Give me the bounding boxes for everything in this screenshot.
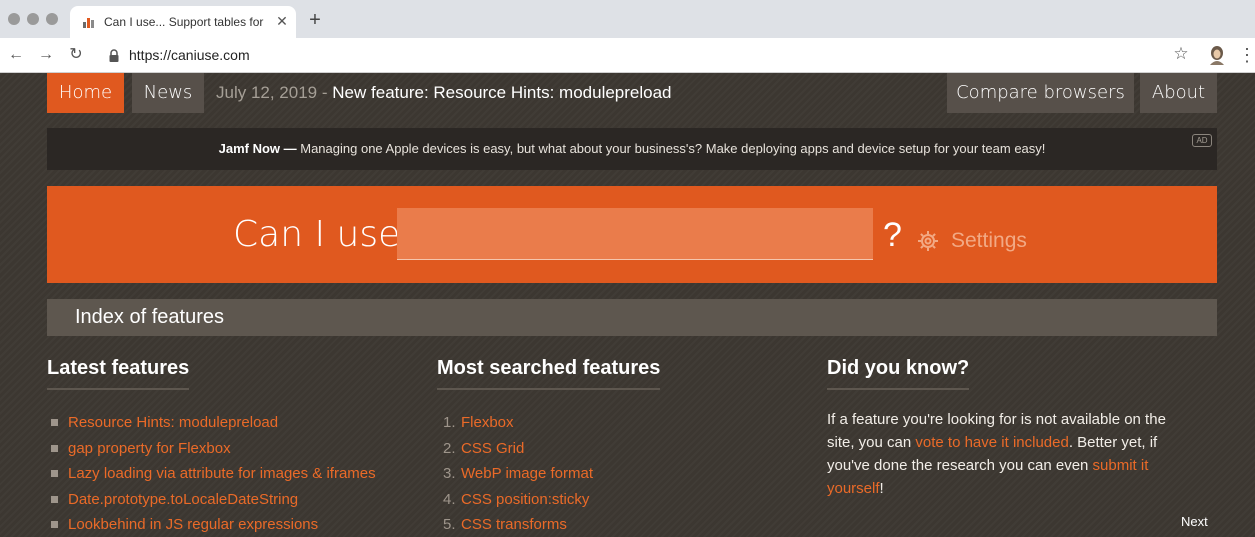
did-you-know-heading: Did you know? bbox=[827, 353, 970, 390]
news-ticker: July 12, 2019 - New feature: Resource Hi… bbox=[216, 73, 672, 113]
search-input[interactable] bbox=[397, 208, 873, 260]
list-item: Lazy loading via attribute for images & … bbox=[47, 461, 417, 487]
browser-tab-strip: Can I use... Support tables for ✕ + bbox=[0, 0, 1255, 38]
search-panel: Can I use ? Settings bbox=[47, 186, 1217, 283]
kebab-menu-icon[interactable]: ⋮ bbox=[1238, 44, 1255, 66]
list-item: Resource Hints: modulepreload bbox=[47, 410, 417, 436]
latest-feature-link[interactable]: Resource Hints: modulepreload bbox=[68, 410, 278, 435]
window-minimize-dot[interactable] bbox=[27, 13, 39, 25]
list-item: 2. CSS Grid bbox=[437, 436, 807, 462]
gear-icon bbox=[918, 231, 938, 251]
window-zoom-dot[interactable] bbox=[46, 13, 58, 25]
ad-brand: Jamf Now — bbox=[218, 141, 297, 156]
ad-badge[interactable]: AD bbox=[1192, 134, 1212, 147]
lock-icon bbox=[109, 49, 119, 62]
list-item: 4. CSS position:sticky bbox=[437, 487, 807, 513]
ad-message: Managing one Apple devices is easy, but … bbox=[300, 141, 1046, 156]
favicon-icon bbox=[83, 18, 94, 28]
list-item: gap property for Flexbox bbox=[47, 436, 417, 462]
bullet-icon bbox=[51, 444, 58, 452]
browser-tab[interactable]: Can I use... Support tables for ✕ bbox=[70, 6, 296, 38]
search-question-mark: ? bbox=[883, 216, 902, 254]
searched-feature-link[interactable]: CSS position:sticky bbox=[461, 487, 589, 512]
forward-arrow-icon[interactable]: → bbox=[36, 45, 56, 65]
bullet-icon bbox=[51, 521, 58, 528]
nav-about-link[interactable]: About bbox=[1140, 73, 1217, 113]
index-of-features-title: Index of features bbox=[75, 306, 224, 328]
rank-number: 2. bbox=[443, 439, 456, 457]
searched-feature-link[interactable]: WebP image format bbox=[461, 461, 593, 486]
ad-text: Jamf Now — Managing one Apple devices is… bbox=[47, 128, 1217, 170]
bullet-icon bbox=[51, 470, 58, 477]
latest-features-section: Latest features Resource Hints: modulepr… bbox=[47, 353, 417, 537]
latest-features-list: Resource Hints: modulepreload gap proper… bbox=[47, 410, 417, 537]
close-icon[interactable]: ✕ bbox=[273, 12, 291, 30]
most-searched-list: 1. Flexbox 2. CSS Grid 3. WebP image format… bbox=[437, 410, 807, 537]
nav-compare-browsers-link[interactable]: Compare browsers bbox=[947, 73, 1134, 113]
did-you-know-section: Did you know? If a feature you're lookin… bbox=[827, 353, 1197, 500]
search-label: Can I use bbox=[233, 214, 401, 255]
most-searched-heading: Most searched features bbox=[437, 353, 661, 390]
news-headline-link[interactable]: New feature: Resource Hints: moduleprelo… bbox=[332, 83, 671, 102]
searched-feature-link[interactable]: CSS Grid bbox=[461, 436, 524, 461]
address-bar[interactable]: https://caniuse.com bbox=[129, 47, 250, 63]
vote-link[interactable]: vote to have it included bbox=[915, 434, 1068, 451]
bullet-icon bbox=[51, 495, 58, 503]
list-item: 5. CSS transforms bbox=[437, 512, 807, 537]
browser-toolbar: ← → ↻ https://caniuse.com ☆ ⋮ bbox=[0, 38, 1255, 73]
searched-feature-link[interactable]: Flexbox bbox=[461, 410, 514, 435]
list-item: Lookbehind in JS regular expressions bbox=[47, 512, 417, 537]
bullet-icon bbox=[51, 419, 58, 426]
news-date: July 12, 2019 bbox=[216, 83, 318, 102]
next-tip-link[interactable]: Next bbox=[1181, 514, 1208, 529]
plus-icon[interactable]: + bbox=[305, 10, 325, 30]
most-searched-section: Most searched features 1. Flexbox 2. CSS G… bbox=[437, 353, 807, 537]
latest-feature-link[interactable]: Lazy loading via attribute for images & … bbox=[68, 461, 376, 486]
profile-avatar-icon[interactable] bbox=[1208, 45, 1226, 65]
list-item: Date.prototype.toLocaleDateString bbox=[47, 487, 417, 513]
list-item: 3. WebP image format bbox=[437, 461, 807, 487]
rank-number: 3. bbox=[443, 465, 456, 482]
page-content: Home News July 12, 2019 - New feature: R… bbox=[0, 73, 1255, 537]
latest-features-heading: Latest features bbox=[47, 353, 190, 390]
tab-title: Can I use... Support tables for bbox=[104, 15, 264, 29]
nav-home-link[interactable]: Home bbox=[47, 73, 124, 113]
rank-number: 1. bbox=[443, 414, 456, 431]
window-close-dot[interactable] bbox=[8, 13, 20, 25]
index-of-features-link[interactable]: Index of features bbox=[47, 299, 1217, 336]
back-arrow-icon[interactable]: ← bbox=[6, 45, 26, 65]
searched-feature-link[interactable]: CSS transforms bbox=[461, 512, 567, 537]
rank-number: 4. bbox=[443, 490, 456, 508]
star-icon[interactable]: ☆ bbox=[1171, 44, 1191, 64]
did-you-know-text: If a feature you're looking for is not a… bbox=[827, 408, 1197, 500]
latest-feature-link[interactable]: Date.prototype.toLocaleDateString bbox=[68, 487, 298, 512]
settings-label: Settings bbox=[951, 229, 1027, 252]
list-item: 1. Flexbox bbox=[437, 410, 807, 436]
ad-banner[interactable]: Jamf Now — Managing one Apple devices is… bbox=[47, 128, 1217, 170]
latest-feature-link[interactable]: gap property for Flexbox bbox=[68, 436, 231, 461]
reload-icon[interactable]: ↻ bbox=[66, 45, 86, 65]
dyk-text-part: ! bbox=[879, 480, 884, 497]
latest-feature-link[interactable]: Lookbehind in JS regular expressions bbox=[68, 512, 318, 537]
news-separator: - bbox=[321, 83, 328, 102]
nav-news-link[interactable]: News bbox=[132, 73, 204, 113]
rank-number: 5. bbox=[443, 516, 456, 533]
